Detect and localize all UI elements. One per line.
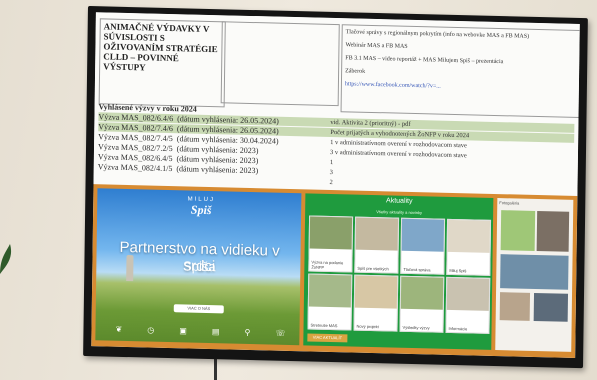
news-title: Výsledky výzvy <box>402 324 430 331</box>
news-card[interactable]: Miluj Spiš <box>446 218 492 276</box>
info-line: Záberok <box>345 68 366 75</box>
gallery-photo[interactable] <box>500 254 569 290</box>
news-photo <box>355 217 399 252</box>
plant-leaf <box>0 244 12 274</box>
about-button[interactable]: VIAC O NÁS <box>173 304 224 314</box>
phone-icon[interactable]: ☏ <box>275 329 285 343</box>
news-photo <box>447 219 491 254</box>
news-photo <box>309 216 353 250</box>
info-line: Tlačové správy s regionálnym pokrytím (i… <box>345 29 530 40</box>
news-title: Informácie <box>448 325 468 332</box>
document-panel: ANIMAČNÉ VÝDAVKY V SÚVISLOSTI S OŽIVOVAN… <box>93 12 580 197</box>
television: ANIMAČNÉ VÝDAVKY V SÚVISLOSTI S OŽIVOVAN… <box>83 6 588 369</box>
info-cell: Tlačové správy s regionálnym pokrytím (i… <box>340 24 580 119</box>
news-title: Miluj Spiš <box>449 267 467 274</box>
call-code: Výzva MAS_082/4.1/5 <box>97 162 173 174</box>
call-code: Výzva MAS_082/7.4/5 <box>98 132 173 144</box>
news-header: Aktuality <box>386 197 413 205</box>
news-title: Stretnutie MAS <box>310 322 338 329</box>
logo: MILUJ Spiš <box>179 196 223 221</box>
news-photo <box>401 218 445 253</box>
news-photo <box>400 276 444 311</box>
news-photo <box>446 277 490 312</box>
news-card[interactable]: Informácie <box>445 276 491 334</box>
logo-main: Spiš <box>190 202 212 218</box>
call-code: Výzva MAS_082/7.4/6 <box>98 122 174 134</box>
gallery-title: Fotogaléria <box>499 200 520 206</box>
news-title: Spiš pre všetkých <box>357 265 389 272</box>
empty-cell <box>220 21 340 107</box>
info-line: FB 3.1 MAS – video reportáž + MAS Miluje… <box>345 55 504 66</box>
news-photo <box>308 274 352 308</box>
news-title: Výzva na podanie ŽoNFP <box>311 259 344 270</box>
call-code: Výzva MAS_082/6.4/5 <box>97 152 173 164</box>
tv-screen: ANIMAČNÉ VÝDAVKY V SÚVISLOSTI S OŽIVOVAN… <box>91 12 580 358</box>
icon-bar: ❦ ◷ ▣ ▤ ⚲ ☏ <box>115 325 285 343</box>
gallery-photo[interactable] <box>536 211 570 252</box>
news-photo <box>354 275 398 310</box>
homepage-preview[interactable]: MILUJ Spiš Partnerstvo na vidieku v srdc… <box>95 188 302 346</box>
gallery-photo[interactable] <box>533 292 569 322</box>
gallery-photo[interactable] <box>500 210 536 251</box>
news-card[interactable]: Spiš pre všetkých <box>354 216 400 274</box>
pin-icon[interactable]: ⚲ <box>244 328 250 342</box>
doc-icon[interactable]: ▤ <box>212 327 220 341</box>
news-card[interactable]: Výzva na podanie ŽoNFP <box>308 215 354 273</box>
clock-icon[interactable]: ◷ <box>147 326 154 340</box>
web-previews: MILUJ Spiš Partnerstvo na vidieku v srdc… <box>91 184 578 358</box>
leaf-icon[interactable]: ❦ <box>115 325 122 339</box>
news-card[interactable]: Nový projekt <box>353 274 399 332</box>
document-title: ANIMAČNÉ VÝDAVKY V SÚVISLOSTI S OŽIVOVAN… <box>98 18 226 108</box>
info-link[interactable]: https://www.facebook.com/watch/?v=... <box>345 80 579 94</box>
gallery-photo[interactable] <box>499 292 531 321</box>
news-title: Tlačová správa <box>403 266 431 273</box>
call-code: Výzva MAS_082/7.2/5 <box>97 142 173 154</box>
info-line: Webinár MAS a FB MAS <box>345 42 408 50</box>
image-icon[interactable]: ▣ <box>179 326 187 340</box>
gallery-preview[interactable]: Fotogaléria <box>495 198 574 352</box>
news-title: Nový projekt <box>356 323 379 330</box>
more-news-button[interactable]: VIAC AKTUALÍT <box>307 333 348 343</box>
news-card[interactable]: Stretnutie MAS <box>307 273 353 331</box>
call-code: Výzva MAS_082/6.4/6 <box>98 112 174 124</box>
news-card[interactable]: Výsledky výzvy <box>399 275 445 333</box>
news-card[interactable]: Tlačová správa <box>400 217 446 275</box>
news-preview[interactable]: Aktuality Všetky aktuality a novinky Výz… <box>303 193 494 350</box>
